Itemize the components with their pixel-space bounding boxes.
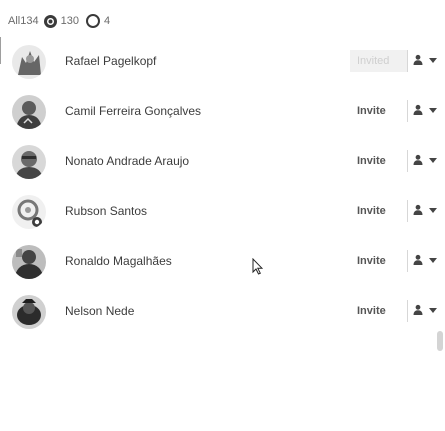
people-icon: [413, 104, 423, 115]
invite-button[interactable]: Invite: [350, 300, 408, 322]
role-dropdown[interactable]: [412, 254, 437, 266]
invite-button[interactable]: Invite: [350, 250, 408, 272]
caret-down-icon: [429, 207, 437, 213]
user-filters: All 134 130 4: [8, 11, 117, 31]
people-icon: [413, 254, 423, 265]
role-dropdown[interactable]: [412, 304, 437, 316]
filter-offline-count: 4: [103, 15, 111, 27]
user-row: Rubson Santos Invite: [0, 187, 445, 237]
invite-button[interactable]: Invite: [350, 200, 408, 222]
people-icon: [413, 54, 423, 65]
user-row: Nelson Nede Invite: [0, 287, 445, 337]
filter-all[interactable]: All 134: [8, 15, 39, 27]
scrollbar-thumb[interactable]: [437, 331, 443, 351]
role-dropdown[interactable]: [412, 154, 437, 166]
role-dropdown[interactable]: [412, 54, 437, 66]
user-name: Rubson Santos: [65, 204, 148, 218]
avatar: [12, 245, 46, 279]
user-row: Nonato Andrade Araujo Invite: [0, 137, 445, 187]
invite-button[interactable]: Invite: [350, 100, 408, 122]
invite-button[interactable]: Invite: [350, 150, 408, 172]
role-dropdown[interactable]: [412, 204, 437, 216]
filter-online-count: 130: [60, 15, 79, 27]
user-name: Camil Ferreira Gonçalves: [65, 104, 202, 118]
avatar: [12, 295, 46, 329]
user-name: Ronaldo Magalhães: [65, 254, 172, 268]
user-row: Rafael Pagelkopf Invited: [0, 37, 445, 87]
filter-offline[interactable]: 4: [85, 14, 111, 28]
avatar: [12, 45, 46, 79]
filter-all-label: All: [8, 15, 21, 27]
filter-online[interactable]: 130: [43, 14, 79, 28]
caret-down-icon: [429, 157, 437, 163]
people-icon: [413, 204, 423, 215]
filter-all-count: 134: [20, 15, 39, 27]
caret-down-icon: [429, 57, 437, 63]
invited-button[interactable]: Invited: [350, 50, 408, 72]
role-dropdown[interactable]: [412, 104, 437, 116]
user-row: Camil Ferreira Gonçalves Invite: [0, 87, 445, 137]
caret-down-icon: [429, 307, 437, 313]
user-row: Ronaldo Magalhães Invite: [0, 237, 445, 287]
people-icon: [413, 304, 423, 315]
avatar: [12, 195, 46, 229]
invite-users-panel: All 134 130 4 Rafael Pagelkopf Invited C…: [0, 0, 445, 431]
outline-circle-icon: [85, 14, 100, 28]
mouse-cursor-icon: [252, 258, 263, 275]
caret-down-icon: [429, 107, 437, 113]
caret-down-icon: [429, 257, 437, 263]
user-name: Nonato Andrade Araujo: [65, 154, 190, 168]
avatar: [12, 95, 46, 129]
user-name: Nelson Nede: [65, 304, 135, 318]
filled-circle-icon: [43, 14, 57, 28]
people-icon: [413, 154, 423, 165]
user-name: Rafael Pagelkopf: [65, 54, 157, 68]
avatar: [12, 145, 46, 179]
